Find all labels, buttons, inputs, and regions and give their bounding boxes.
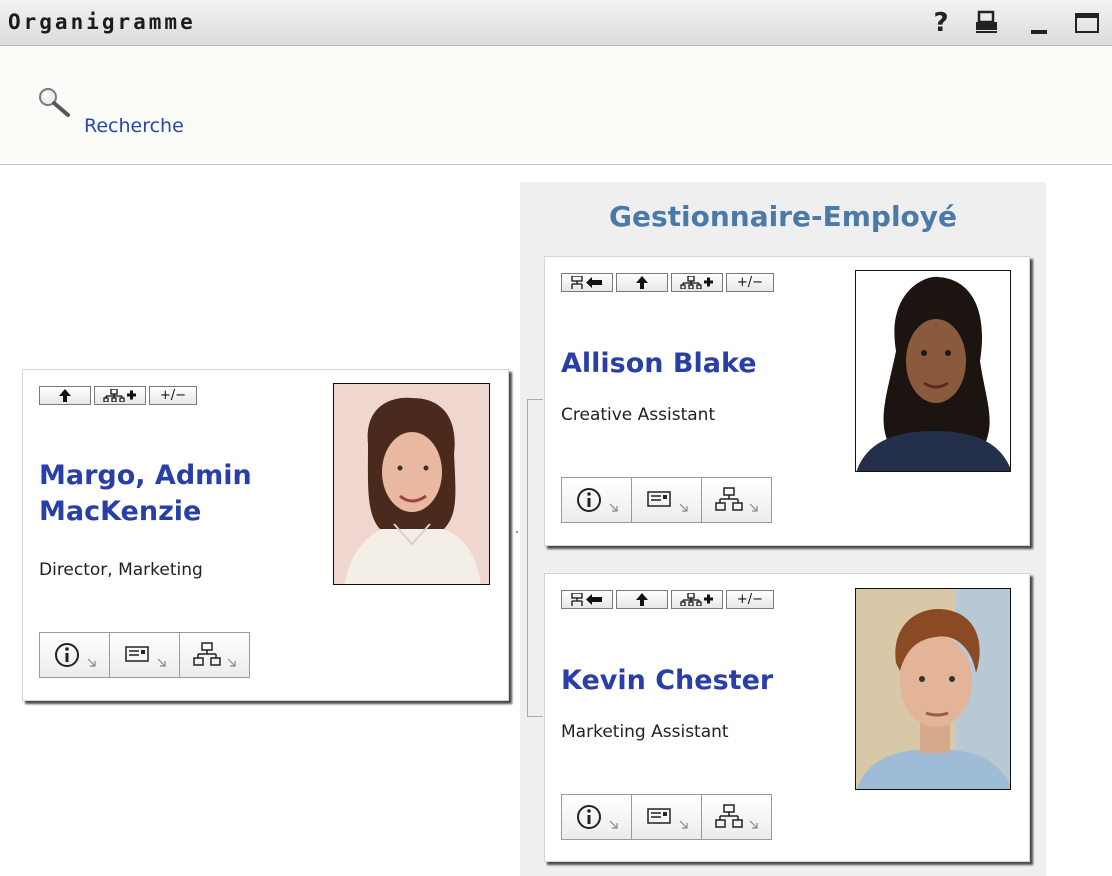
org-chart-icon[interactable] xyxy=(701,477,772,523)
email-icon[interactable] xyxy=(109,632,180,678)
info-icon[interactable] xyxy=(561,477,632,523)
info-icon[interactable] xyxy=(561,794,632,840)
person-name-margo[interactable]: Margo, Admin MacKenzie xyxy=(39,458,252,530)
person-role-margo: Director, Marketing xyxy=(39,560,203,580)
person-name-allison[interactable]: Allison Blake xyxy=(561,346,757,382)
panel-title: Gestionnaire-Employé xyxy=(608,200,958,233)
person-name-line2: MacKenzie xyxy=(39,496,202,527)
email-icon[interactable] xyxy=(631,477,702,523)
email-icon[interactable] xyxy=(631,794,702,840)
person-card-allison: +/− Allison Blake Creative Assistant xyxy=(544,256,1030,546)
print-icon[interactable] xyxy=(972,8,1002,38)
expand-collapse-icon[interactable]: +/− xyxy=(149,386,197,405)
expand-collapse-label: +/− xyxy=(736,275,764,290)
help-icon[interactable]: ? xyxy=(926,8,956,38)
card-toolbar: +/− xyxy=(561,590,774,609)
expand-collapse-icon[interactable]: +/− xyxy=(726,590,774,609)
card-actions xyxy=(561,477,772,523)
card-toolbar: +/− xyxy=(39,386,197,405)
search-icon[interactable] xyxy=(34,85,76,127)
person-card-kevin: +/− Kevin Chester Marketing Assistant xyxy=(544,573,1030,862)
search-bar: Recherche xyxy=(0,47,1112,165)
person-photo-kevin[interactable] xyxy=(855,588,1011,790)
show-reports-icon[interactable] xyxy=(671,590,723,609)
window-title: Organigramme xyxy=(8,10,196,34)
back-to-manager-icon[interactable] xyxy=(561,273,613,292)
org-chart-icon[interactable] xyxy=(179,632,250,678)
expand-collapse-label: +/− xyxy=(736,592,764,607)
person-photo-allison[interactable] xyxy=(855,270,1011,472)
title-bar: Organigramme ? xyxy=(0,0,1112,46)
connector-line xyxy=(527,399,543,717)
up-arrow-icon[interactable] xyxy=(39,386,91,405)
expand-collapse-label: +/− xyxy=(159,388,187,403)
info-icon[interactable] xyxy=(39,632,110,678)
person-name-line1: Margo, Admin xyxy=(39,460,252,491)
connector-dot xyxy=(516,531,518,533)
up-arrow-icon[interactable] xyxy=(616,590,668,609)
maximize-icon[interactable] xyxy=(1072,8,1102,38)
search-link[interactable]: Recherche xyxy=(84,115,184,137)
person-card-margo: +/− Margo, Admin MacKenzie Director, Mar… xyxy=(22,369,509,701)
card-actions xyxy=(39,632,250,678)
expand-collapse-icon[interactable]: +/− xyxy=(726,273,774,292)
show-reports-icon[interactable] xyxy=(94,386,146,405)
person-role-allison: Creative Assistant xyxy=(561,405,716,425)
person-role-kevin: Marketing Assistant xyxy=(561,722,729,742)
card-actions xyxy=(561,794,772,840)
up-arrow-icon[interactable] xyxy=(616,273,668,292)
person-photo-margo[interactable] xyxy=(333,383,490,585)
org-chart-icon[interactable] xyxy=(701,794,772,840)
person-name-kevin[interactable]: Kevin Chester xyxy=(561,663,773,699)
card-toolbar: +/− xyxy=(561,273,774,292)
show-reports-icon[interactable] xyxy=(671,273,723,292)
back-to-manager-icon[interactable] xyxy=(561,590,613,609)
minimize-icon[interactable] xyxy=(1026,8,1056,38)
